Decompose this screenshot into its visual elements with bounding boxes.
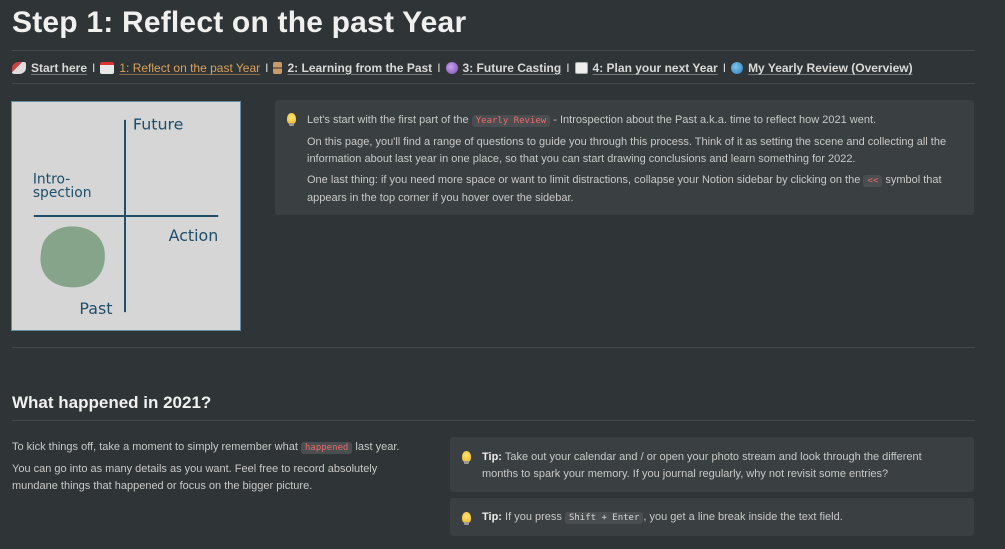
section-text: last year. (355, 441, 400, 453)
inline-code: << (863, 175, 883, 187)
nav-separator: I (722, 61, 727, 75)
nav-link-reflect[interactable]: 1: Reflect on the past Year (119, 61, 260, 75)
breadcrumb-nav: Start here I 1: Reflect on the past Year… (12, 61, 913, 75)
divider (12, 347, 975, 348)
nav-separator: I (437, 61, 441, 75)
past-blob (40, 226, 105, 288)
diagram-label-spection: spection (33, 185, 92, 201)
calendar-icon (100, 62, 115, 74)
rocket-icon (12, 62, 26, 74)
chart-icon (574, 62, 588, 74)
nav-link-learning[interactable]: 2: Learning from the Past (287, 61, 432, 75)
divider (12, 50, 975, 51)
nav-link-future-casting[interactable]: 3: Future Casting (463, 61, 562, 75)
tip-text: If you press (505, 511, 562, 523)
nav-link-plan-next-year[interactable]: 4: Plan your next Year (593, 61, 718, 75)
reflection-diagram-image: Future Intro- spection Action Past (11, 101, 241, 331)
nav-separator: I (566, 61, 570, 75)
section-heading: What happened in 2021? (12, 393, 212, 412)
tip-label: Tip: (482, 451, 502, 463)
inline-code: happened (300, 442, 353, 454)
divider (12, 420, 975, 421)
diagram-label-future: Future (133, 115, 184, 134)
intro-paragraph-2: On this page, you'll find a range of que… (307, 136, 947, 165)
diagram-label-past: Past (79, 299, 112, 318)
hourglass-icon (273, 62, 283, 74)
intro-paragraph-3: One last thing: if you need more space o… (307, 172, 960, 207)
intro-text: Let's start with the first part of the (307, 114, 469, 126)
nav-link-start-here[interactable]: Start here (31, 61, 87, 75)
section-body: To kick things off, take a moment to sim… (12, 439, 412, 499)
nav-link-overview[interactable]: My Yearly Review (Overview) (748, 61, 913, 75)
intro-text: - Introspection about the Past a.k.a. ti… (553, 114, 877, 126)
nav-separator: I (265, 61, 269, 75)
tip-text: Take out your calendar and / or open you… (482, 451, 922, 480)
nav-separator: I (92, 61, 96, 75)
tip-callout-calendar: Tip: Take out your calendar and / or ope… (450, 437, 974, 492)
page-title: Step 1: Reflect on the past Year (12, 6, 467, 39)
intro-text: One last thing: if you need more space o… (307, 174, 861, 186)
lightbulb-icon (462, 451, 471, 464)
tip-callout-shift-enter: Tip: If you press Shift + Enter, you get… (450, 498, 974, 536)
tip-label: Tip: (482, 511, 502, 523)
tip-text: , you get a line break inside the text f… (643, 511, 843, 523)
divider (12, 83, 975, 84)
inline-code: Yearly Review (471, 115, 551, 127)
intro-callout: Let's start with the first part of the Y… (275, 100, 974, 215)
globe-icon (731, 62, 744, 74)
lightbulb-icon (287, 113, 296, 126)
crystal-ball-icon (445, 62, 458, 74)
intro-paragraph-1: Let's start with the first part of the Y… (307, 112, 960, 130)
section-text: To kick things off, take a moment to sim… (12, 441, 298, 453)
quadrant-diagram: Future Intro- spection Action Past (33, 115, 219, 318)
section-paragraph-1: To kick things off, take a moment to sim… (12, 439, 412, 457)
keyboard-shortcut-code: Shift + Enter (564, 512, 644, 524)
lightbulb-icon (462, 512, 471, 525)
section-paragraph-2: You can go into as many details as you w… (12, 463, 378, 492)
diagram-label-action: Action (169, 226, 219, 245)
